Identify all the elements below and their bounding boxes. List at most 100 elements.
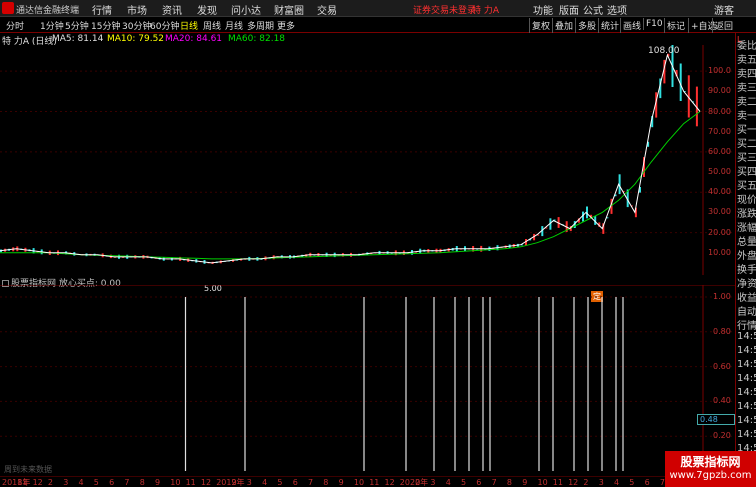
date-label: 2 (583, 478, 588, 487)
indicator-axis-label: 0.80 (713, 326, 731, 336)
side-panel-item: 自动 (737, 307, 756, 318)
tab-1min[interactable]: 1分钟 (40, 19, 64, 32)
price-axis-label: 80.00 (708, 106, 731, 116)
menu-jiaoyi[interactable]: 交易 (317, 2, 337, 17)
date-label: 5 (277, 478, 282, 487)
side-panel-item: 卖四 (737, 69, 756, 80)
overlay-button[interactable]: 叠加 (552, 18, 575, 33)
ma60-label: MA60: 82.18 (228, 34, 286, 44)
date-label: 7 (124, 478, 129, 487)
menu-xuanxiang[interactable]: 选项 (607, 2, 627, 17)
side-panel-item: 14:5 (737, 373, 756, 384)
date-label: 8 (140, 478, 145, 487)
price-axis-label: 90.00 (708, 86, 731, 96)
side-panel-item: 涨跌 (737, 209, 756, 220)
ma-legend: 特 力A (日线) MA5: 81.14 MA10: 79.52 MA20: 8… (0, 33, 700, 47)
menu-hangqing[interactable]: 行情 (92, 2, 112, 17)
back-button[interactable]: 返回 (712, 18, 735, 33)
price-axis-label: 70.00 (708, 126, 731, 136)
menu-banmian[interactable]: 版面 (559, 2, 579, 17)
side-panel-item: 卖一 (737, 111, 756, 122)
tab-more[interactable]: 更多 (277, 19, 295, 32)
ma20-label: MA20: 84.61 (165, 34, 223, 44)
side-panel-item: 净资 (737, 279, 756, 290)
date-label: 5 (461, 478, 466, 487)
kline-chart[interactable] (0, 45, 735, 275)
tab-multi-period[interactable]: 多周期 (247, 19, 274, 32)
tab-fenshi[interactable]: 分时 (6, 19, 24, 32)
f10-button[interactable]: F10 (643, 18, 665, 30)
menu-gongshi[interactable]: 公式 (583, 2, 603, 17)
menu-guest[interactable]: 游客 (714, 2, 734, 17)
side-panel-item: 总量 (737, 237, 756, 248)
menu-caifuquan[interactable]: 财富圈 (274, 2, 304, 17)
tab-30min[interactable]: 30分钟 (122, 19, 151, 32)
menu-shichang[interactable]: 市场 (127, 2, 147, 17)
no-future-data-label: 周到未来数据 (4, 465, 52, 474)
date-label: 7 (308, 478, 313, 487)
indicator-axis-label: 0.60 (713, 361, 731, 371)
date-label: 11 (186, 478, 196, 487)
tab-daily[interactable]: 日线 (180, 19, 198, 32)
date-label: 3 (430, 478, 435, 487)
date-label: 12 (568, 478, 578, 487)
date-label: 2 (415, 478, 420, 487)
side-panel-item: 收益 (737, 293, 756, 304)
menu-faxian[interactable]: 发现 (197, 2, 217, 17)
side-panel-item: 14:5 (737, 415, 756, 426)
date-label: 11 (17, 478, 27, 487)
stats-button[interactable]: 统计 (598, 18, 621, 33)
app-logo-icon (2, 2, 14, 14)
side-panel-item: 卖二 (737, 97, 756, 108)
login-notice[interactable]: 证券交易未登录 (413, 3, 476, 16)
menu-wenxiaoda[interactable]: 问小达 (231, 2, 261, 17)
multi-stock-button[interactable]: 多股 (575, 18, 598, 33)
side-panel-item: 涨幅 (737, 223, 756, 234)
side-panel-item: 委比 (737, 41, 756, 52)
menu-gongneng[interactable]: 功能 (533, 2, 553, 17)
side-panel-item: 卖五 (737, 55, 756, 66)
price-axis-label: 20.00 (708, 227, 731, 237)
price-axis-label: 40.00 (708, 187, 731, 197)
date-label: 2 (48, 478, 53, 487)
date-label: 6 (293, 478, 298, 487)
date-label: 5 (94, 478, 99, 487)
side-panel-item: 现价 (737, 195, 756, 206)
tab-15min[interactable]: 15分钟 (91, 19, 120, 32)
date-label: 3 (63, 478, 68, 487)
side-panel-item: 行情 (737, 321, 756, 332)
tab-monthly[interactable]: 月线 (225, 19, 243, 32)
price-axis-label: 30.00 (708, 207, 731, 217)
date-label: 3 (599, 478, 604, 487)
stock-name-header: 特 力A (472, 6, 500, 16)
mark-button[interactable]: 标记 (664, 18, 687, 33)
date-label: 4 (79, 478, 84, 487)
date-label: 3 (247, 478, 252, 487)
date-label: 10 (170, 478, 180, 487)
app-title: 通达信金融终端 (16, 6, 80, 16)
indicator-axis-label: 0.20 (713, 431, 731, 441)
fuquan-button[interactable]: 复权 (529, 18, 552, 33)
ma10-label: MA10: 79.52 (107, 34, 165, 44)
date-label: 2020年 (400, 477, 428, 487)
draw-line-button[interactable]: 画线 (620, 18, 643, 33)
tab-5min[interactable]: 5分钟 (65, 19, 89, 32)
indicator-chart[interactable] (0, 285, 735, 475)
side-panel-item: 14:5 (737, 345, 756, 356)
side-panel-item: 14:5 (737, 401, 756, 412)
menu-zixun[interactable]: 资讯 (162, 2, 182, 17)
date-label: 8 (323, 478, 328, 487)
date-label: 6 (645, 478, 650, 487)
ma60-line (0, 111, 701, 260)
date-label: 12 (201, 478, 211, 487)
price-line (0, 53, 701, 264)
quote-side-panel: L 委比 卖五 卖四 卖三 卖二 卖一 买一 买二 买三 买四 买五 现价 涨跌 涨幅 总量 外盘 换手 净资 收益… (735, 33, 756, 487)
peak-price-label: 108.00 (648, 46, 680, 56)
side-panel-item: 换手 (737, 265, 756, 276)
side-panel-item: 买五 (737, 181, 756, 192)
date-label: 4 (262, 478, 267, 487)
date-label: 4 (614, 478, 619, 487)
tab-60min[interactable]: 60分钟 (150, 19, 179, 32)
date-label: 12 (33, 478, 43, 487)
tab-weekly[interactable]: 周线 (203, 19, 221, 32)
